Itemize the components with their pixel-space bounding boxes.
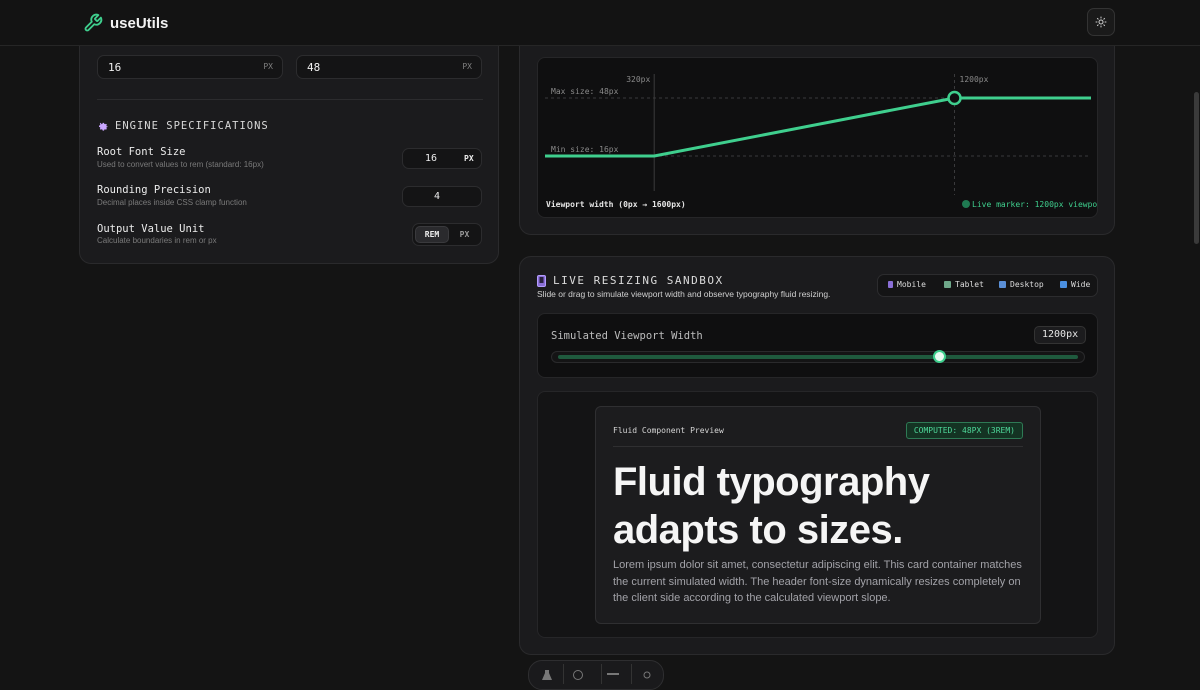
engine-specs-heading: ENGINE SPECIFICATIONS: [97, 120, 269, 132]
computed-badge: COMPUTED: 48PX (3REM): [905, 422, 1023, 439]
unit-option-rem[interactable]: REM: [415, 226, 449, 243]
sandbox-heading: LIVE RESIZING SANDBOX: [537, 274, 724, 287]
viewport-slider[interactable]: [551, 350, 1085, 363]
preset-desktop-label: Desktop: [1010, 280, 1044, 289]
bottom-dock: [528, 660, 664, 690]
page-scrollbar-thumb[interactable]: [1194, 92, 1199, 244]
min-size-value: 16: [108, 61, 122, 74]
sun-icon: [1095, 16, 1107, 28]
preset-tablet[interactable]: Tablet: [944, 280, 984, 289]
preset-mobile[interactable]: Mobile: [888, 280, 926, 289]
viewport-value-badge: 1200px: [1034, 326, 1087, 344]
slope-chart: 320px 1200px Max size: 48px Min size: 16px V…: [537, 57, 1098, 218]
brand[interactable]: useUtils: [83, 13, 168, 33]
mobile-icon: [537, 274, 546, 287]
root-font-sub: Used to convert values to rem (standard:…: [97, 160, 264, 169]
preview-divider: [613, 446, 1023, 447]
unit-option-px[interactable]: PX: [448, 226, 481, 243]
top-bar: useUtils: [0, 0, 1200, 46]
max-size-value: 48: [307, 61, 321, 74]
dock-separator: [601, 664, 602, 684]
viewport-slider-panel: Simulated Viewport Width 1200px: [537, 313, 1098, 378]
gear-icon: [99, 122, 108, 131]
slope-series-line: [545, 96, 1091, 158]
rounding-sub: Decimal places inside CSS clamp function: [97, 198, 247, 207]
slider-track-fill: [558, 355, 1078, 359]
palette-icon[interactable]: [572, 670, 584, 680]
output-unit-sub: Calculate boundaries in rem or px: [97, 236, 217, 245]
sandbox-subtitle: Slide or drag to simulate viewport width…: [537, 289, 831, 299]
min-size-label: Min size: 16px: [551, 145, 619, 154]
settings-icon[interactable]: [641, 670, 653, 680]
live-marker-dot: [962, 200, 970, 208]
max-size-unit: PX: [462, 62, 472, 71]
flask-icon[interactable]: [541, 670, 553, 680]
divider: [97, 99, 483, 100]
mobile-icon: [888, 281, 893, 288]
max-viewport-label: 1200px: [960, 75, 989, 84]
settings-panel: 16 PX 48 PX ENGINE SPECIFICATIONS Root F…: [79, 20, 499, 264]
text-size-icon[interactable]: [607, 670, 619, 680]
viewport-slider-label: Simulated Viewport Width: [551, 330, 703, 342]
preview-area: Fluid Component Preview COMPUTED: 48PX (…: [537, 391, 1098, 638]
rounding-label: Rounding Precision: [97, 184, 211, 196]
min-size-input[interactable]: 16 PX: [97, 55, 283, 79]
rounding-value: 4: [434, 191, 441, 202]
dock-separator: [563, 664, 564, 684]
desktop-icon: [999, 281, 1006, 288]
preset-mobile-label: Mobile: [897, 280, 926, 289]
live-marker-point: [947, 90, 962, 106]
preview-heading: Fluid typography adapts to sizes.: [613, 460, 930, 552]
min-viewport-label: 320px: [626, 75, 650, 84]
preset-tablet-label: Tablet: [955, 280, 984, 289]
min-size-unit: PX: [263, 62, 273, 71]
app-name: useUtils: [110, 14, 169, 32]
slope-chart-svg: 320px 1200px Max size: 48px Min size: 16px V…: [545, 74, 1098, 209]
preset-wide[interactable]: Wide: [1060, 280, 1090, 289]
root-font-unit: PX: [464, 154, 474, 163]
device-presets: Mobile Tablet Desktop Wide: [877, 274, 1098, 297]
live-marker-label: Live marker: 1200px viewport: [972, 200, 1098, 209]
output-unit-toggle[interactable]: REM PX: [412, 223, 482, 246]
x-axis-label: Viewport width (0px → 1600px): [546, 199, 686, 209]
slope-chart-card: 320px 1200px Max size: 48px Min size: 16px V…: [519, 20, 1115, 235]
wide-monitor-icon: [1060, 281, 1067, 288]
sandbox-title: LIVE RESIZING SANDBOX: [553, 274, 724, 287]
preset-wide-label: Wide: [1071, 280, 1091, 289]
engine-specs-title: ENGINE SPECIFICATIONS: [115, 120, 269, 132]
tablet-icon: [944, 281, 951, 288]
max-size-input[interactable]: 48 PX: [296, 55, 482, 79]
preview-card: Fluid Component Preview COMPUTED: 48PX (…: [595, 406, 1041, 624]
live-sandbox-card: LIVE RESIZING SANDBOX Slide or drag to s…: [519, 256, 1115, 655]
preview-label: Fluid Component Preview: [613, 426, 724, 435]
wrench-icon: [84, 13, 103, 32]
theme-toggle-button[interactable]: [1087, 8, 1115, 36]
root-font-input[interactable]: 16 PX: [402, 148, 482, 169]
rounding-input[interactable]: 4: [402, 186, 482, 207]
dock-separator: [631, 664, 632, 684]
root-font-value: 16: [425, 153, 438, 164]
max-size-label: Max size: 48px: [551, 87, 619, 96]
root-font-label: Root Font Size: [97, 146, 186, 158]
output-unit-label: Output Value Unit: [97, 223, 205, 235]
preview-body: Lorem ipsum dolor sit amet, consectetur …: [613, 559, 1022, 604]
slider-thumb[interactable]: [933, 350, 946, 363]
preset-desktop[interactable]: Desktop: [999, 280, 1044, 289]
